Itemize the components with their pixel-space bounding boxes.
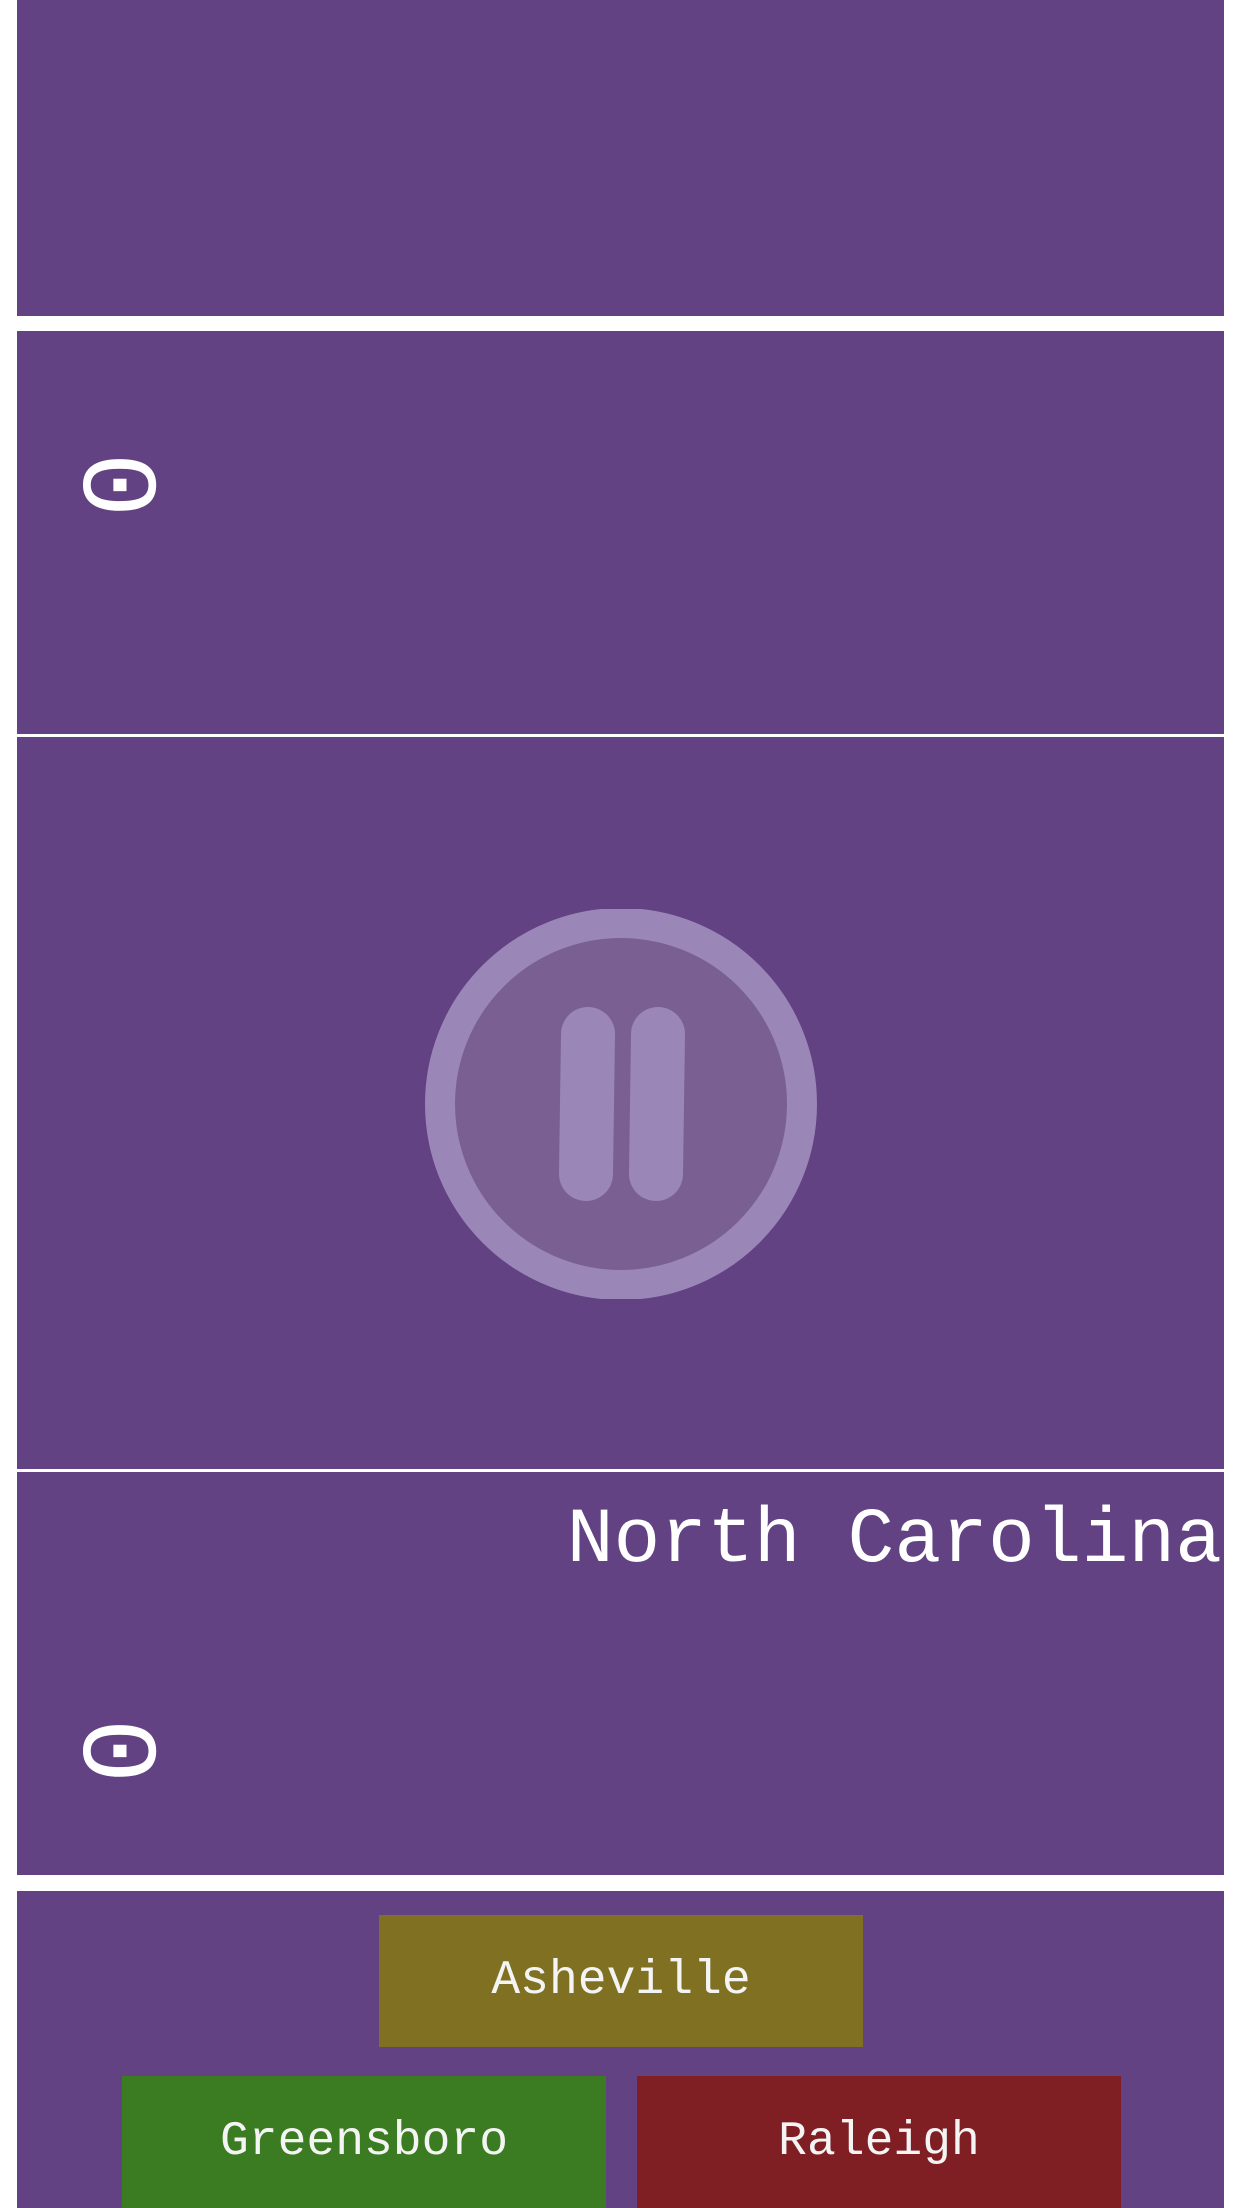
player-score: 0 (51, 1718, 173, 1784)
opponent-area (17, 0, 1224, 316)
opponent-score: 0 (51, 452, 173, 518)
answer-button-raleigh[interactable]: Raleigh (637, 2076, 1121, 2208)
game-board: 0 North Carolina 0 Asheville Greensboro … (0, 0, 1242, 2208)
center-panel (17, 737, 1224, 1469)
answer-panel: Asheville Greensboro Raleigh (17, 1891, 1224, 2208)
player-score-panel: North Carolina 0 (17, 1472, 1224, 1875)
answer-button-greensboro[interactable]: Greensboro (122, 2076, 606, 2208)
answer-button-asheville[interactable]: Asheville (379, 1915, 863, 2047)
question-label: North Carolina (566, 1497, 1222, 1585)
pause-icon[interactable] (423, 909, 819, 1299)
opponent-score-panel: 0 (17, 331, 1224, 734)
